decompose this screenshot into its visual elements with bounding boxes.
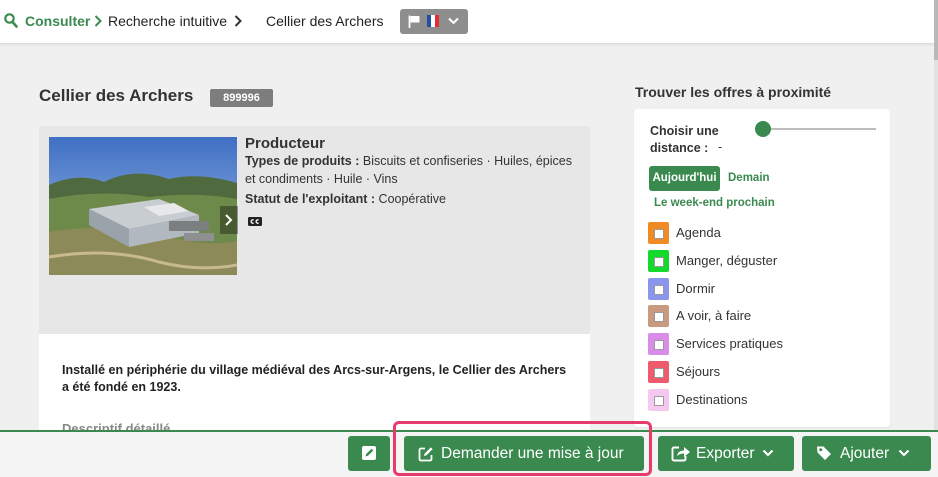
edit-icon	[362, 446, 376, 460]
scrollbar-thumb[interactable]	[934, 0, 938, 60]
add-button[interactable]: Ajouter	[802, 436, 931, 471]
language-selector[interactable]	[400, 9, 468, 34]
export-label: Exporter	[696, 445, 755, 462]
id-badge: 899996	[210, 89, 273, 107]
top-bar: Consulter Recherche intuitive Cellier de…	[0, 0, 934, 44]
chevron-right-icon	[234, 15, 242, 27]
breadcrumb-consulter[interactable]: Consulter	[25, 13, 90, 29]
establishment-photo[interactable]	[49, 137, 237, 275]
category-checkbox[interactable]	[654, 312, 664, 323]
distance-value: -	[718, 140, 723, 154]
category-label: Agenda	[676, 225, 721, 240]
highlight-frame	[393, 421, 652, 476]
category-title: Producteur	[245, 135, 326, 152]
scrollbar-track[interactable]	[934, 0, 938, 430]
flag-icon	[408, 15, 420, 28]
category-label: Destinations	[676, 391, 748, 407]
french-flag-icon	[427, 15, 439, 27]
export-button[interactable]: Exporter	[658, 436, 794, 471]
page-title: Cellier des Archers	[39, 86, 194, 105]
distance-slider-handle[interactable]	[755, 121, 771, 137]
category-label: Manger, déguster	[676, 252, 778, 268]
breadcrumb-recherche[interactable]: Recherche intuitive	[108, 13, 227, 29]
category-checkbox[interactable]	[654, 395, 664, 406]
category-color-swatch	[648, 333, 669, 356]
category-color-swatch	[648, 249, 669, 272]
search-icon[interactable]	[4, 13, 18, 28]
edit-button[interactable]	[348, 436, 390, 471]
chevron-right-icon	[225, 214, 233, 226]
operator-label: Statut de l'exploitant :	[245, 192, 376, 206]
category-color-swatch	[648, 222, 669, 244]
tag-icon	[817, 446, 831, 460]
creative-commons-icon	[248, 217, 262, 226]
description-text: Installé en périphérie du village médiév…	[62, 363, 567, 394]
category-label: Dormir	[676, 280, 715, 296]
category-label: Séjours	[676, 364, 721, 379]
category-color-swatch	[648, 388, 669, 411]
photo-next-button[interactable]	[220, 206, 238, 234]
today-button[interactable]: Aujourd'hui	[649, 166, 720, 191]
chevron-down-icon	[898, 449, 910, 457]
category-color-swatch	[648, 305, 669, 328]
category-color-swatch	[648, 361, 669, 383]
chevron-down-icon	[762, 449, 774, 457]
category-label: A voir, à faire	[676, 308, 752, 324]
category-checkbox[interactable]	[654, 368, 664, 378]
add-label: Ajouter	[840, 445, 890, 462]
weekend-link[interactable]: Le week-end prochain	[654, 197, 775, 209]
category-label: Services pratiques	[676, 336, 783, 352]
category-checkbox[interactable]	[654, 340, 664, 351]
chevron-right-icon	[94, 15, 102, 27]
share-export-icon	[671, 446, 690, 462]
distance-label: Choisir une distance :	[650, 124, 719, 155]
category-checkbox[interactable]	[654, 256, 664, 267]
tomorrow-link[interactable]: Demain	[728, 172, 770, 184]
operator-info: Statut de l'exploitant : Coopérative	[245, 191, 585, 209]
category-checkbox[interactable]	[654, 229, 664, 239]
category-checkbox[interactable]	[654, 284, 664, 295]
operator-value: Coopérative	[378, 192, 446, 206]
breadcrumb-current: Cellier des Archers	[266, 13, 384, 29]
nearby-title: Trouver les offres à proximité	[635, 84, 832, 100]
products-info: Types de produits : Biscuits et confiser…	[245, 153, 585, 188]
category-color-swatch	[648, 277, 669, 300]
products-label: Types de produits :	[245, 154, 360, 168]
distance-slider-track[interactable]	[762, 128, 876, 130]
chevron-down-icon	[448, 17, 459, 25]
